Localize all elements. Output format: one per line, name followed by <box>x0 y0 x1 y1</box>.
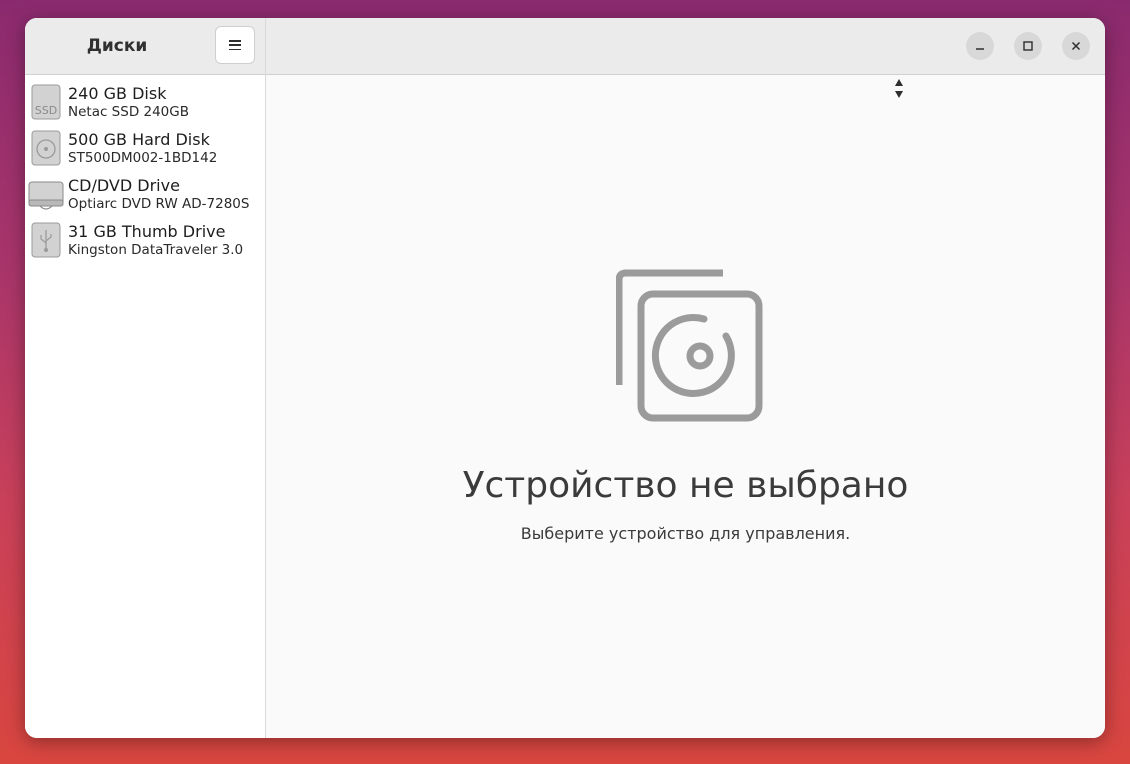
hard-disk-icon <box>31 130 61 166</box>
ssd-icon: SSD <box>31 84 61 120</box>
scroll-arrows-icon[interactable] <box>894 77 904 99</box>
close-button[interactable] <box>1062 32 1090 60</box>
minimize-button[interactable] <box>966 32 994 60</box>
close-icon <box>1071 41 1081 51</box>
device-model: Netac SSD 240GB <box>68 103 189 120</box>
minimize-icon <box>976 48 984 50</box>
svg-text:SSD: SSD <box>35 104 57 117</box>
disks-window: Диски SSD 240 GB Disk Netac SSD 240GB 50… <box>25 18 1105 738</box>
device-item-optical-drive[interactable]: CD/DVD Drive Optiarc DVD RW AD-7280S <box>25 171 265 217</box>
main-header <box>266 18 1105 75</box>
optical-drive-icon <box>28 181 64 210</box>
device-item-hard-disk[interactable]: 500 GB Hard Disk ST500DM002-1BD142 <box>25 125 265 171</box>
maximize-icon <box>1023 41 1033 51</box>
disks-app-icon <box>616 269 763 422</box>
device-item-ssd[interactable]: SSD 240 GB Disk Netac SSD 240GB <box>25 79 265 125</box>
sidebar: Диски SSD 240 GB Disk Netac SSD 240GB 50… <box>25 18 266 738</box>
empty-state-subtitle: Выберите устройство для управления. <box>520 524 851 543</box>
main-content: Устройство не выбрано Выберите устройств… <box>266 75 1105 738</box>
usb-drive-icon <box>31 222 61 258</box>
device-name: 240 GB Disk <box>68 84 167 104</box>
device-item-usb-drive[interactable]: 31 GB Thumb Drive Kingston DataTraveler … <box>25 217 265 263</box>
menu-button[interactable] <box>215 26 255 64</box>
device-name: 500 GB Hard Disk <box>68 130 210 150</box>
device-list: SSD 240 GB Disk Netac SSD 240GB 500 GB H… <box>25 75 265 263</box>
device-model: Kingston DataTraveler 3.0 <box>68 241 244 258</box>
hamburger-menu-icon <box>229 40 241 50</box>
empty-state-title: Устройство не выбрано <box>462 465 909 506</box>
app-title: Диски <box>86 36 148 56</box>
device-model: ST500DM002-1BD142 <box>68 149 218 166</box>
device-name: CD/DVD Drive <box>68 176 180 196</box>
sidebar-header: Диски <box>25 18 265 75</box>
device-model: Optiarc DVD RW AD-7280S <box>68 195 250 212</box>
device-name: 31 GB Thumb Drive <box>68 222 226 242</box>
maximize-button[interactable] <box>1014 32 1042 60</box>
